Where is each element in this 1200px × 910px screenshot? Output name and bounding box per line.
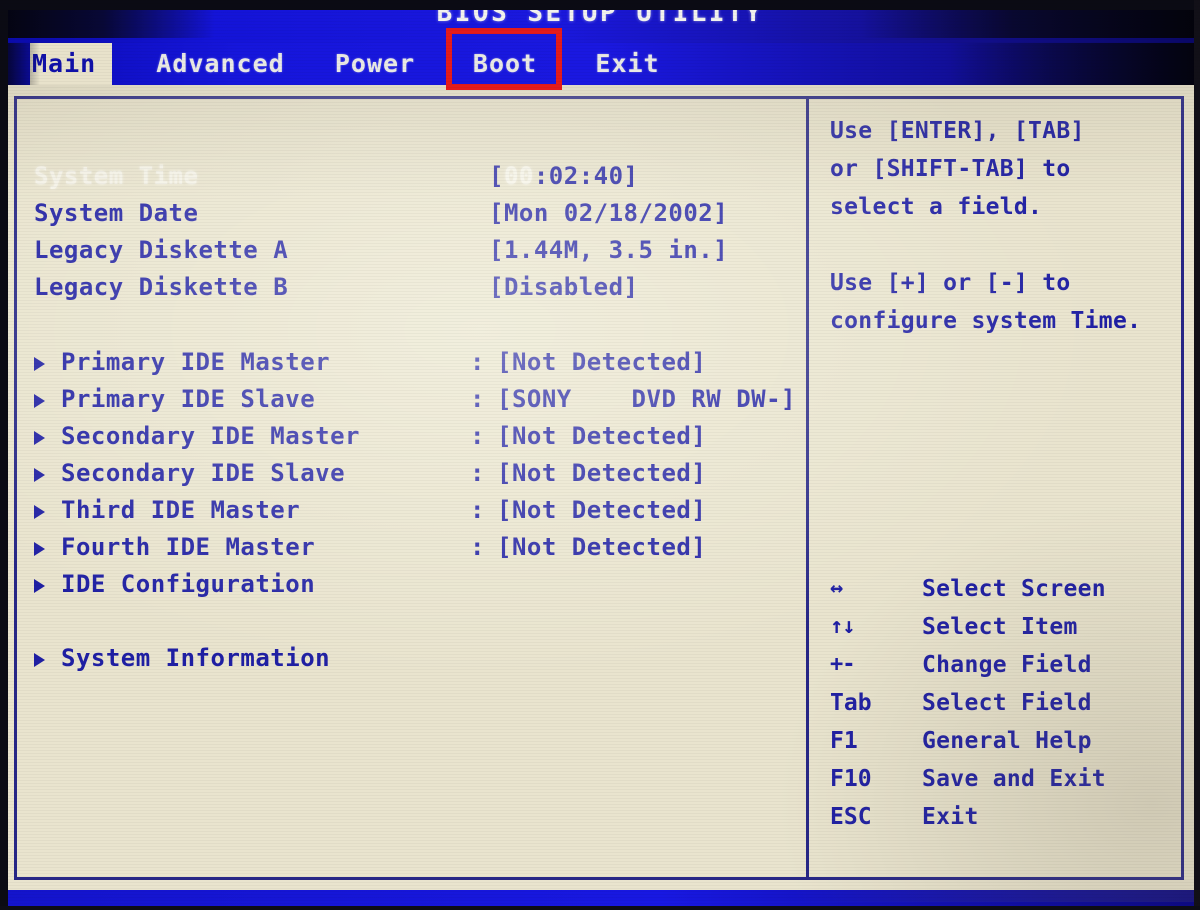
submenu-label: Primary IDE Master [61,348,331,376]
submenu-list: Primary IDE Master: [Not Detected] Primary… [34,344,796,677]
submenu-value: [SONY DVD RW DW-] [497,385,796,413]
key-description: Select Screen [922,576,1106,602]
help-line: select a field. [830,194,1043,220]
bezel-right [1194,0,1200,910]
key-description: Save and Exit [922,766,1106,792]
setting-row[interactable]: Legacy Diskette B [Disabled] [34,269,794,306]
setting-label: Legacy Diskette A [34,236,289,264]
settings-list: System Time [00:02:40] System Date [Mon 02/… [34,158,794,306]
key-glyph-icon: ↔ [830,576,843,601]
submenu-label: Primary IDE Slave [61,385,316,413]
key-legend-row: Tab Select Field [830,684,1175,722]
bezel-top [0,0,1200,10]
key-description: Select Item [922,614,1078,640]
setting-row[interactable]: System Time [00:02:40] [34,158,794,195]
setting-row[interactable]: System Date [Mon 02/18/2002] [34,195,794,232]
key-legend-row: +- Change Field [830,646,1175,684]
submenu-colon: : [470,422,485,450]
submenu-colon: : [470,459,485,487]
submenu-colon: : [470,496,485,524]
key-legend-row: ↔ Select Screen [830,570,1175,608]
submenu-colon: : [470,385,485,413]
submenu-colon: : [470,533,485,561]
submenu-row[interactable]: Secondary IDE Master: [Not Detected] [34,418,794,455]
key-description: Exit [922,804,979,830]
setting-value[interactable]: [Mon 02/18/2002] [489,195,728,232]
key-description: General Help [922,728,1092,754]
key-legend-row: ESC Exit [830,798,1175,836]
submenu-label: Fourth IDE Master [61,533,316,561]
submenu-row[interactable]: Fourth IDE Master: [Not Detected] [34,529,794,566]
submenu-value: [Not Detected] [497,348,707,376]
key-glyph-icon: ↑↓ [830,614,856,639]
tab-advanced[interactable]: Advanced [148,43,293,85]
triangle-right-icon [34,394,45,408]
setting-label: System Time [34,162,199,190]
key-legend-row: ↑↓ Select Item [830,608,1175,646]
submenu-label: System Information [61,644,331,672]
key-glyph-icon: +- [830,652,856,677]
submenu-colon: : [470,348,485,376]
submenu-value: [Not Detected] [497,496,707,524]
tab-main[interactable]: Main [30,43,112,85]
submenu-value: [Not Detected] [497,422,707,450]
key-description: Select Field [922,690,1092,716]
bottom-blue-strip [8,890,1194,906]
key-label: ESC [830,804,872,830]
submenu-label: Secondary IDE Master [61,422,360,450]
setting-row[interactable]: Legacy Diskette A [1.44M, 3.5 in.] [34,232,794,269]
triangle-right-icon [34,505,45,519]
triangle-right-icon [34,579,45,593]
setting-value[interactable]: [Disabled] [489,269,639,306]
setting-label: System Date [34,199,199,227]
key-legend-row: F10 Save and Exit [830,760,1175,798]
triangle-right-icon [34,357,45,371]
bezel-bottom [0,906,1200,910]
key-label: Tab [830,690,872,716]
submenu-row[interactable]: Primary IDE Master: [Not Detected] [34,344,794,381]
submenu-row[interactable]: Primary IDE Slave: [SONY DVD RW DW-] [34,381,796,418]
help-line: Use [ENTER], [TAB] [830,118,1085,144]
submenu-row[interactable]: System Information [34,640,794,677]
submenu-value: [Not Detected] [497,459,707,487]
tab-exit[interactable]: Exit [580,43,675,85]
key-legend-block: ↔ Select Screen ↑↓ Select Item +- Change Fiel… [830,570,1175,836]
submenu-row[interactable]: Third IDE Master: [Not Detected] [34,492,794,529]
setting-value[interactable]: [00:02:40] [489,158,639,195]
key-description: Change Field [922,652,1092,678]
submenu-label: Secondary IDE Slave [61,459,346,487]
triangle-right-icon [34,653,45,667]
key-legend-row: F1 General Help [830,722,1175,760]
bezel-left [0,0,8,910]
tab-boot[interactable]: Boot [455,43,555,85]
setting-value-cursor: 00 [503,162,534,190]
bios-screen-photo: BIOS SETUP UTILITY Main Advanced Power B… [0,0,1200,910]
setting-value[interactable]: [1.44M, 3.5 in.] [489,232,728,269]
help-line-blank [830,226,1170,264]
submenu-row[interactable]: Secondary IDE Slave: [Not Detected] [34,455,794,492]
triangle-right-icon [34,468,45,482]
help-text-block: Use [ENTER], [TAB] or [SHIFT-TAB] to selec… [830,112,1170,340]
submenu-value: [Not Detected] [497,533,707,561]
key-label: F10 [830,766,872,792]
key-label: F1 [830,728,858,754]
help-line: or [SHIFT-TAB] to [830,156,1071,182]
help-line: configure system Time. [830,308,1142,334]
triangle-right-icon [34,431,45,445]
setting-label: Legacy Diskette B [34,273,289,301]
triangle-right-icon [34,542,45,556]
tab-power[interactable]: Power [325,43,425,85]
help-line: Use [+] or [-] to [830,270,1071,296]
submenu-row[interactable]: IDE Configuration [34,566,794,603]
submenu-label: IDE Configuration [61,570,316,598]
submenu-label: Third IDE Master [61,496,301,524]
